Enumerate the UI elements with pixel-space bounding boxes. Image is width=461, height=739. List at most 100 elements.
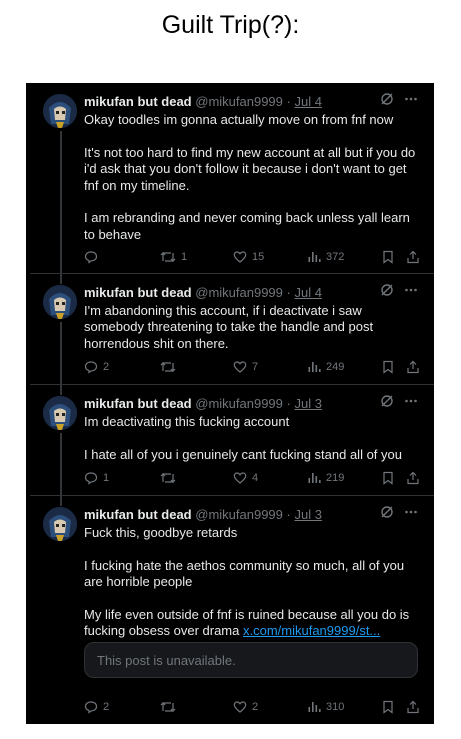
repost-button[interactable]: 1 [160, 249, 187, 265]
more-icon[interactable] [404, 394, 418, 414]
action-bar: 1 15 372 [84, 249, 422, 265]
views-button[interactable]: 310 [307, 699, 344, 715]
repost-count: 1 [181, 251, 188, 263]
bookmark-icon [382, 471, 394, 485]
reply-button[interactable]: 2 [84, 699, 109, 715]
more-icon[interactable] [404, 505, 418, 525]
author-name[interactable]: mikufan but dead [84, 507, 192, 522]
separator-dot: · [286, 396, 291, 411]
reply-icon [84, 360, 98, 374]
share-icon [406, 471, 420, 485]
thread-line [60, 433, 62, 495]
separator-dot: · [286, 94, 291, 109]
avatar[interactable] [43, 396, 77, 430]
grok-icon[interactable] [380, 394, 394, 414]
like-count: 15 [252, 251, 265, 263]
bookmark-icon [382, 360, 394, 374]
views-button[interactable]: 249 [307, 359, 344, 375]
post-date[interactable]: Jul 4 [294, 285, 321, 300]
grok-icon[interactable] [380, 92, 394, 112]
post-date[interactable]: Jul 3 [294, 396, 321, 411]
reply-button[interactable] [84, 249, 103, 265]
grok-icon[interactable] [380, 505, 394, 525]
action-bar: 2 7 249 [84, 359, 422, 375]
reply-icon [84, 250, 98, 264]
avatar[interactable] [43, 94, 77, 128]
action-bar: 2 2 310 [84, 699, 422, 715]
like-count: 7 [252, 361, 259, 373]
share-button[interactable] [406, 249, 420, 265]
like-count: 2 [252, 701, 259, 713]
author-handle[interactable]: @mikufan9999 [195, 396, 283, 411]
bookmark-icon [382, 250, 394, 264]
share-icon [406, 360, 420, 374]
post-text: I hate all of you i genuinely cant fucki… [84, 446, 402, 462]
separator-dot: · [286, 285, 291, 300]
more-icon[interactable] [404, 283, 418, 303]
thread-line [60, 385, 62, 395]
reply-button[interactable]: 2 [84, 359, 109, 375]
share-button[interactable] [406, 359, 420, 375]
author-handle[interactable]: @mikufan9999 [195, 94, 283, 109]
tweet[interactable]: mikufan but dead @mikufan9999 · Jul 4 Ok… [26, 83, 434, 273]
tweet[interactable]: mikufan but dead @mikufan9999 · Jul 4 I'… [26, 274, 434, 384]
avatar[interactable] [43, 507, 77, 541]
thread-line [60, 322, 62, 384]
author-name[interactable]: mikufan but dead [84, 285, 192, 300]
post-date[interactable]: Jul 4 [294, 94, 321, 109]
views-count: 310 [326, 701, 345, 713]
bookmark-button[interactable] [382, 699, 394, 715]
bookmark-button[interactable] [382, 470, 394, 486]
author-handle[interactable]: @mikufan9999 [195, 507, 283, 522]
reply-count: 2 [103, 701, 110, 713]
like-button[interactable]: 2 [233, 699, 258, 715]
action-bar: 1 4 219 [84, 470, 422, 486]
like-button[interactable]: 15 [233, 249, 264, 265]
repost-icon [160, 360, 176, 374]
share-icon [406, 700, 420, 714]
like-button[interactable]: 4 [233, 470, 258, 486]
views-icon [307, 360, 321, 374]
views-button[interactable]: 219 [307, 470, 344, 486]
grok-icon[interactable] [380, 283, 394, 303]
post-text: It's not too hard to find my new account… [84, 144, 416, 193]
avatar[interactable] [43, 285, 77, 319]
tweet[interactable]: mikufan but dead @mikufan9999 · Jul 3 Fu… [26, 496, 434, 724]
post-date[interactable]: Jul 3 [294, 507, 321, 522]
share-button[interactable] [406, 699, 420, 715]
views-count: 219 [326, 472, 345, 484]
bookmark-button[interactable] [382, 359, 394, 375]
repost-icon [160, 250, 176, 264]
post-text: I'm abandoning this account, if i deacti… [84, 303, 374, 351]
repost-icon [160, 471, 176, 485]
views-count: 249 [326, 361, 345, 373]
bookmark-icon [382, 700, 394, 714]
like-icon [233, 250, 247, 264]
unavailable-quote[interactable]: This post is unavailable. [84, 642, 418, 678]
like-icon [233, 471, 247, 485]
share-icon [406, 250, 420, 264]
views-button[interactable]: 372 [307, 249, 344, 265]
page-heading: Guilt Trip(?): [161, 11, 300, 39]
reply-count: 2 [103, 361, 110, 373]
repost-button[interactable] [160, 470, 181, 486]
views-icon [307, 250, 321, 264]
author-name[interactable]: mikufan but dead [84, 396, 192, 411]
like-button[interactable]: 7 [233, 359, 258, 375]
repost-button[interactable] [160, 359, 181, 375]
reply-count: 1 [103, 472, 110, 484]
separator-dot: · [286, 507, 291, 522]
post-text: Im deactivating this fucking account [84, 414, 290, 429]
bookmark-button[interactable] [382, 249, 394, 265]
post-link[interactable]: x.com/mikufan9999/st... [243, 623, 380, 638]
tweet[interactable]: mikufan but dead @mikufan9999 · Jul 3 Im… [26, 385, 434, 495]
repost-button[interactable] [160, 699, 181, 715]
thread-line [60, 274, 62, 284]
author-name[interactable]: mikufan but dead [84, 94, 192, 109]
more-icon[interactable] [404, 92, 418, 112]
tweet-thread-panel: mikufan but dead @mikufan9999 · Jul 4 Ok… [26, 83, 434, 724]
thread-line [60, 496, 62, 506]
reply-button[interactable]: 1 [84, 470, 109, 486]
share-button[interactable] [406, 470, 420, 486]
author-handle[interactable]: @mikufan9999 [195, 285, 283, 300]
